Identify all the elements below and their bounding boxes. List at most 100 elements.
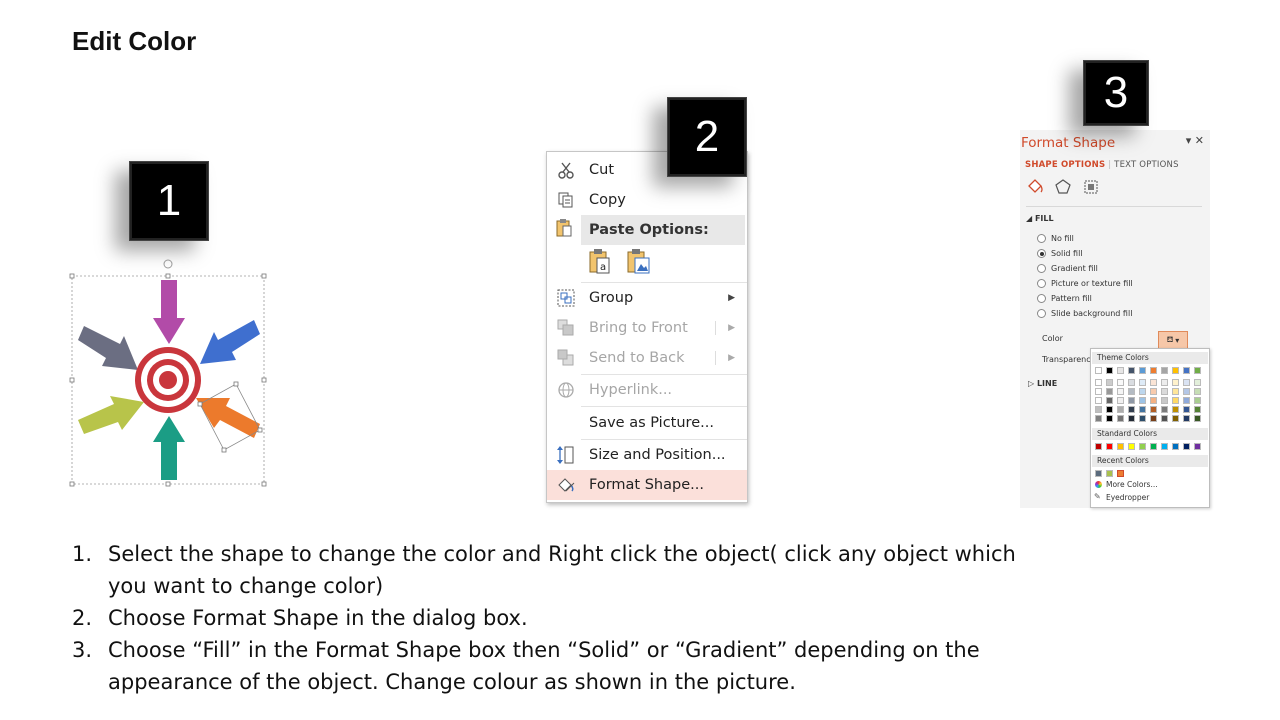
color-swatch[interactable] [1172,379,1179,386]
color-swatch[interactable] [1194,379,1201,386]
color-swatch[interactable] [1172,388,1179,395]
color-swatch[interactable] [1095,470,1102,477]
radio-slide-background-fill[interactable]: Slide background fill [1037,309,1132,318]
color-swatch[interactable] [1194,388,1201,395]
radio-no-fill[interactable]: No fill [1037,234,1074,243]
color-swatch[interactable] [1128,388,1135,395]
color-swatch[interactable] [1150,415,1157,422]
color-swatch[interactable] [1161,379,1168,386]
color-swatch[interactable] [1183,388,1190,395]
color-swatch[interactable] [1117,406,1124,413]
paste-option-picture[interactable] [625,248,653,276]
color-swatch[interactable] [1095,367,1102,374]
pane-options-icon[interactable]: ▾ [1186,134,1192,147]
color-swatch[interactable] [1161,443,1168,450]
color-swatch[interactable] [1095,415,1102,422]
color-swatch[interactable] [1128,406,1135,413]
color-swatch[interactable] [1128,379,1135,386]
color-swatch[interactable] [1106,443,1113,450]
menu-item-save-as-picture[interactable]: Save as Picture... [547,408,747,438]
color-swatch[interactable] [1117,388,1124,395]
color-swatch[interactable] [1139,379,1146,386]
color-swatch[interactable] [1106,379,1113,386]
color-swatch[interactable] [1117,379,1124,386]
color-swatch[interactable] [1095,388,1102,395]
color-swatch[interactable] [1194,443,1201,450]
color-swatch[interactable] [1106,397,1113,404]
color-swatch[interactable] [1161,388,1168,395]
close-icon[interactable]: ✕ [1195,134,1204,147]
menu-item-hyperlink[interactable]: Hyperlink... [547,375,747,405]
color-swatch[interactable] [1106,415,1113,422]
color-swatch[interactable] [1183,415,1190,422]
color-swatch[interactable] [1183,367,1190,374]
color-swatch[interactable] [1194,397,1201,404]
fill-section-header[interactable]: ◢ FILL [1026,214,1054,223]
color-swatch[interactable] [1183,406,1190,413]
menu-item-group[interactable]: Group ▶ [547,283,747,313]
color-swatch[interactable] [1106,406,1113,413]
radio-solid-fill[interactable]: Solid fill [1037,249,1083,258]
color-swatch[interactable] [1117,443,1124,450]
color-swatch[interactable] [1194,406,1201,413]
color-swatch[interactable] [1150,379,1157,386]
color-swatch[interactable] [1172,397,1179,404]
color-swatch[interactable] [1128,415,1135,422]
color-swatch[interactable] [1117,367,1124,374]
color-swatch[interactable] [1161,406,1168,413]
menu-item-bring-to-front[interactable]: Bring to Front ▶ [547,313,747,343]
color-swatch[interactable] [1095,443,1102,450]
color-swatch[interactable] [1139,415,1146,422]
color-swatch[interactable] [1172,367,1179,374]
size-properties-icon[interactable] [1082,178,1100,196]
color-swatch[interactable] [1172,406,1179,413]
color-swatch[interactable] [1106,388,1113,395]
color-swatch[interactable] [1095,397,1102,404]
color-swatch[interactable] [1106,367,1113,374]
color-swatch[interactable] [1194,367,1201,374]
color-swatch[interactable] [1128,443,1135,450]
line-section-header[interactable]: ▷ LINE [1028,379,1057,388]
color-swatch[interactable] [1172,443,1179,450]
paste-option-keep-text[interactable]: a [587,248,613,276]
color-swatch[interactable] [1183,397,1190,404]
color-swatch[interactable] [1161,397,1168,404]
tab-shape-options[interactable]: SHAPE OPTIONS [1025,160,1105,170]
target-arrows-diagram[interactable] [60,252,280,492]
color-swatch[interactable] [1128,397,1135,404]
color-swatch[interactable] [1139,388,1146,395]
radio-picture-fill[interactable]: Picture or texture fill [1037,279,1133,288]
color-swatch[interactable] [1161,415,1168,422]
color-swatch[interactable] [1150,406,1157,413]
color-swatch[interactable] [1139,397,1146,404]
color-swatch[interactable] [1139,443,1146,450]
color-swatch[interactable] [1128,367,1135,374]
tab-text-options[interactable]: TEXT OPTIONS [1114,160,1179,170]
color-swatch[interactable] [1150,397,1157,404]
color-swatch[interactable] [1117,397,1124,404]
color-swatch[interactable] [1106,470,1113,477]
color-swatch[interactable] [1150,367,1157,374]
fill-line-icon[interactable] [1026,178,1044,196]
menu-item-format-shape[interactable]: Format Shape... [547,470,747,500]
color-swatch[interactable] [1095,379,1102,386]
menu-item-size-and-position[interactable]: Size and Position... [547,440,747,470]
color-swatch[interactable] [1150,443,1157,450]
menu-item-send-to-back[interactable]: Send to Back ▶ [547,343,747,373]
color-swatch[interactable] [1117,415,1124,422]
radio-gradient-fill[interactable]: Gradient fill [1037,264,1098,273]
color-swatch[interactable] [1095,406,1102,413]
color-swatch[interactable] [1117,470,1124,477]
effects-icon[interactable] [1054,178,1072,196]
color-swatch[interactable] [1183,443,1190,450]
color-swatch[interactable] [1194,415,1201,422]
color-swatch[interactable] [1150,388,1157,395]
color-swatch[interactable] [1139,367,1146,374]
color-swatch[interactable] [1172,415,1179,422]
color-swatch[interactable] [1139,406,1146,413]
radio-pattern-fill[interactable]: Pattern fill [1037,294,1092,303]
color-picker-button[interactable]: ⛾ ▾ [1158,331,1188,349]
color-swatch[interactable] [1183,379,1190,386]
color-swatch[interactable] [1161,367,1168,374]
menu-item-copy[interactable]: Copy [547,185,747,215]
